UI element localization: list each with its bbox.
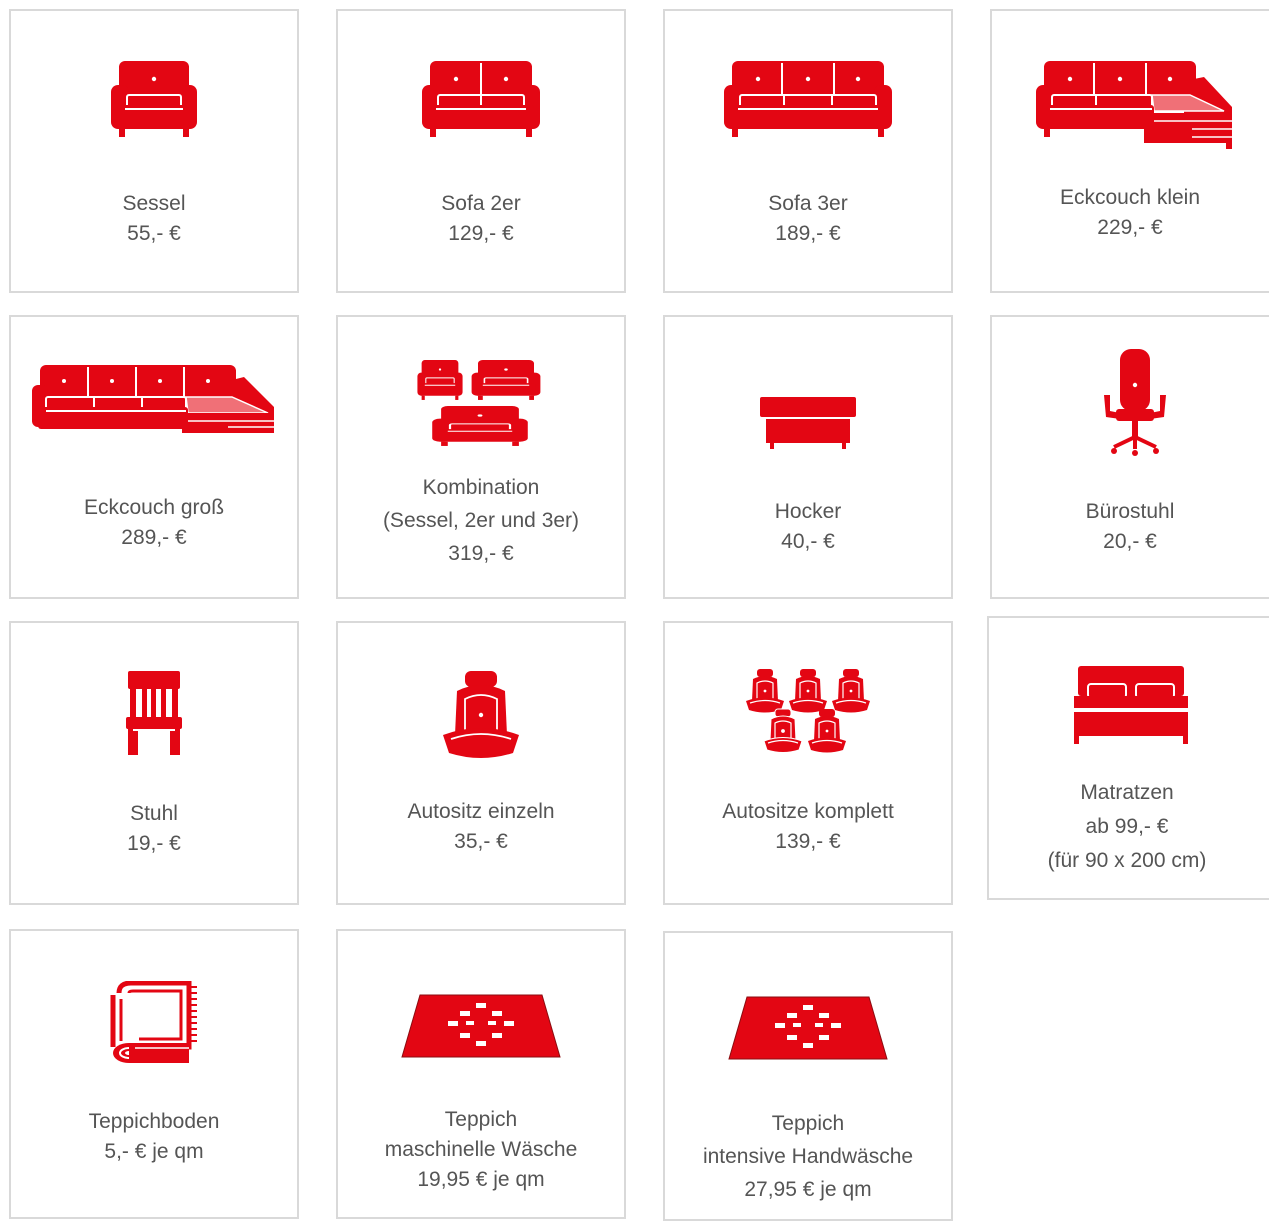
product-name: Autositze komplett <box>722 800 894 823</box>
product-card-eckcouch-klein[interactable]: Eckcouch klein 229,- € <box>990 9 1269 293</box>
product-price: 319,- € <box>448 542 514 565</box>
product-detail: intensive Handwäsche <box>702 1145 914 1168</box>
product-name: Teppichboden <box>88 1110 220 1133</box>
product-card-matratzen[interactable]: Matratzen ab 99,- € (für 90 x 200 cm) <box>987 616 1269 900</box>
product-card-autositz-einzeln[interactable]: Autositz einzeln 35,- € <box>336 621 626 905</box>
product-card-sofa-3er[interactable]: Sofa 3er 189,- € <box>663 9 953 293</box>
product-price: 40,- € <box>781 530 835 553</box>
product-card-hocker[interactable]: Hocker 40,- € <box>663 315 953 599</box>
product-card-autositze-komplett[interactable]: Autositze komplett 139,- € <box>663 621 953 905</box>
product-price: 289,- € <box>121 526 187 549</box>
car-seats-complete-icon <box>665 669 951 759</box>
sofa-3-seat-icon <box>665 59 951 139</box>
product-price: 129,- € <box>448 222 514 245</box>
product-card-eckcouch-gross[interactable]: Eckcouch groß 289,- € <box>9 315 299 599</box>
product-name: Hocker <box>774 500 842 523</box>
product-note: (für 90 x 200 cm) <box>1047 849 1207 872</box>
product-price: 139,- € <box>775 830 841 853</box>
product-price: 27,95 € je qm <box>744 1178 872 1201</box>
product-name: Autositz einzeln <box>407 800 555 823</box>
rug-icon <box>338 993 624 1059</box>
product-name: Teppich <box>444 1108 518 1131</box>
chair-icon <box>11 671 297 757</box>
armchair-icon <box>11 59 297 139</box>
sofa-2-seat-icon <box>338 59 624 139</box>
corner-couch-small-icon <box>992 59 1269 151</box>
stool-icon <box>665 397 951 451</box>
product-name: Sofa 3er <box>768 192 848 215</box>
car-seat-icon <box>338 671 624 759</box>
office-chair-icon <box>992 349 1269 459</box>
product-name: Sofa 2er <box>441 192 521 215</box>
sofa-combination-icon <box>338 359 624 449</box>
product-card-teppich-maschinell[interactable]: Teppich maschinelle Wäsche 19,95 € je qm <box>336 929 626 1219</box>
product-detail: maschinelle Wäsche <box>384 1138 578 1161</box>
product-price: 5,- € je qm <box>104 1140 204 1163</box>
product-card-sessel[interactable]: Sessel 55,- € <box>9 9 299 293</box>
product-card-kombination[interactable]: Kombination (Sessel, 2er und 3er) 319,- … <box>336 315 626 599</box>
product-card-teppich-handwaesche[interactable]: Teppich intensive Handwäsche 27,95 € je … <box>663 931 953 1221</box>
product-name: Kombination <box>422 476 540 499</box>
bed-mattress-icon <box>989 666 1269 744</box>
product-card-buerostuhl[interactable]: Bürostuhl 20,- € <box>990 315 1269 599</box>
product-price: 20,- € <box>1103 530 1157 553</box>
product-name: Sessel <box>122 192 186 215</box>
product-price: 35,- € <box>454 830 508 853</box>
product-name: Stuhl <box>130 802 178 825</box>
product-card-stuhl[interactable]: Stuhl 19,- € <box>9 621 299 905</box>
rug-icon <box>665 995 951 1061</box>
corner-couch-large-icon <box>11 363 297 437</box>
product-price: 19,95 € je qm <box>417 1168 545 1191</box>
product-name: Eckcouch klein <box>1059 186 1201 209</box>
carpet-roll-icon <box>11 981 297 1065</box>
product-name: Matratzen <box>1080 781 1174 804</box>
product-detail: (Sessel, 2er und 3er) <box>382 509 580 532</box>
product-price: 189,- € <box>775 222 841 245</box>
product-name: Bürostuhl <box>1085 500 1175 523</box>
product-price: 19,- € <box>127 832 181 855</box>
product-name: Teppich <box>771 1112 845 1135</box>
product-card-sofa-2er[interactable]: Sofa 2er 129,- € <box>336 9 626 293</box>
product-price: 229,- € <box>1097 216 1163 239</box>
product-name: Eckcouch groß <box>83 496 225 519</box>
product-price: ab 99,- € <box>1085 815 1169 838</box>
product-card-teppichboden[interactable]: Teppichboden 5,- € je qm <box>9 929 299 1219</box>
product-price: 55,- € <box>127 222 181 245</box>
